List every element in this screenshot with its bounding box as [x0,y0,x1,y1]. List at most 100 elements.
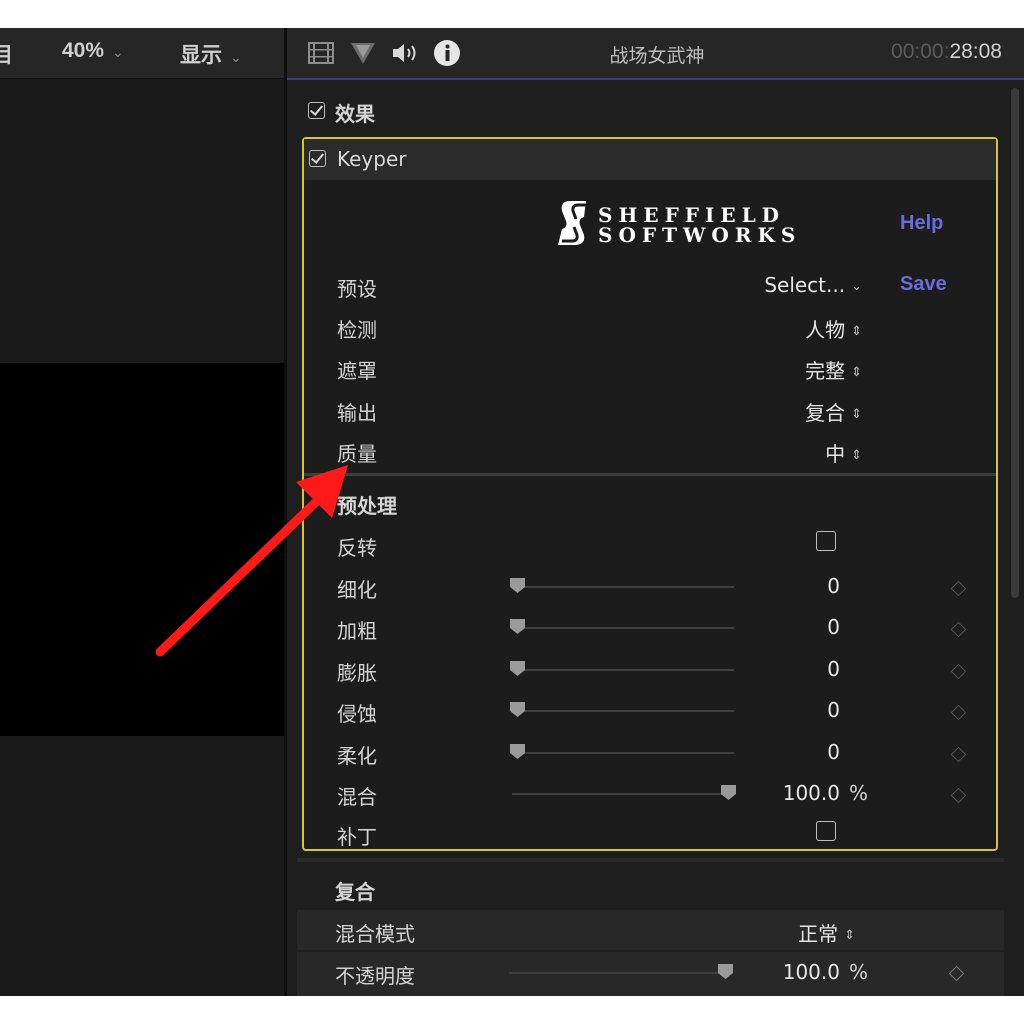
slider-unit: % [849,781,869,805]
sheffield-logo-mark-icon [558,201,590,245]
viewer-toolbar: 目 40% ⌄ 显示 ⌄ [0,28,284,79]
display-popup[interactable]: 显示 ⌄ [180,39,242,69]
opacity-label: 不透明度 [335,964,415,988]
blend-mode-popup[interactable]: 正常 ⇕ [597,918,855,947]
timecode-display: 00:00:28:08 [891,40,1002,64]
keyframe-diamond-icon[interactable] [948,965,965,982]
updown-arrows-icon: ⇕ [851,448,862,463]
slider-value[interactable]: 0 [744,574,840,598]
color-inspector-icon[interactable] [349,40,377,66]
keyframe-diamond-icon[interactable] [950,663,967,680]
matte-value: 完整 [805,359,846,383]
help-button[interactable]: Help [900,212,943,235]
blend-mode-row: 混合模式 正常 ⇕ [297,910,1004,950]
slider-thumb[interactable] [510,619,525,634]
slider-thumb[interactable] [510,661,525,676]
timecode-value: 28:08 [949,40,1002,63]
effects-enable-checkbox[interactable] [308,102,325,119]
slider-track[interactable] [512,793,734,795]
keyper-header-bar[interactable]: Keyper [304,139,996,180]
quality-popup[interactable]: 中 ⇕ [604,438,862,467]
display-label: 显示 [180,44,222,67]
slider-label: 细化 [337,578,377,602]
inspector-header: 战场女武神 00:00:28:08 [287,28,1024,80]
opacity-slider-track[interactable] [509,972,731,974]
blend-mode-label: 混合模式 [335,922,415,946]
updown-arrows-icon: ⇕ [844,928,855,943]
zoom-popup[interactable]: 40% ⌄ [62,39,124,63]
chevron-down-icon: ⌄ [230,49,242,65]
chevron-down-icon: ⌄ [851,279,862,294]
detect-popup[interactable]: 人物 ⇕ [604,314,862,343]
keyper-enable-checkbox[interactable] [309,150,326,167]
param-label: 质量 [337,442,377,466]
param-label: 预设 [337,277,377,301]
param-label: 输出 [337,401,377,425]
keyframe-diamond-icon[interactable] [950,580,967,597]
output-value: 复合 [805,401,846,425]
keyframe-diamond-icon[interactable] [950,746,967,763]
slider-track[interactable] [512,710,734,712]
keyframe-diamond-icon[interactable] [950,704,967,721]
save-button[interactable]: Save [900,273,947,296]
slider-thumb[interactable] [721,785,736,800]
invert-label: 反转 [337,536,377,560]
logo-line-1: SHEFFIELD [598,203,785,227]
keyframe-diamond-icon[interactable] [950,621,967,638]
preset-popup[interactable]: Select... ⌄ [604,273,862,297]
param-label: 检测 [337,318,377,342]
preprocess-heading: 预处理 [337,494,397,518]
slider-label: 柔化 [337,744,377,768]
slider-label: 加粗 [337,619,377,643]
matte-popup[interactable]: 完整 ⇕ [604,355,862,384]
chevron-down-icon: ⌄ [112,44,124,60]
video-frame [0,363,284,736]
logo-line-2: SOFTWORKS [598,223,802,247]
timecode-dim: 00:00: [891,40,950,63]
invert-checkbox[interactable] [816,531,836,551]
slider-value[interactable]: 0 [744,615,840,639]
updown-arrows-icon: ⇕ [851,407,862,422]
zoom-value: 40% [62,39,105,62]
slider-label: 侵蚀 [337,702,377,726]
viewer-panel: 目 40% ⌄ 显示 ⌄ [0,28,284,996]
detect-value: 人物 [805,318,846,342]
slider-track[interactable] [512,586,734,588]
slider-label: 膨胀 [337,661,377,685]
slider-value[interactable]: 0 [744,740,840,764]
opacity-value[interactable]: 100.0 [737,960,840,984]
info-inspector-icon[interactable] [433,40,461,66]
opacity-unit: % [849,960,869,984]
slider-thumb[interactable] [510,702,525,717]
inspector-scrollbar[interactable] [1011,88,1019,598]
updown-arrows-icon: ⇕ [851,324,862,339]
opacity-slider-thumb[interactable] [718,964,733,979]
effects-section-label: 效果 [335,102,375,126]
inspector-panel: 战场女武神 00:00:28:08 效果 Keyper SHEFFIELD SO… [287,28,1024,996]
audio-inspector-icon[interactable] [391,40,419,66]
slider-track[interactable] [512,627,734,629]
clip-title: 战场女武神 [609,45,705,67]
param-label: 遮罩 [337,359,377,383]
slider-track[interactable] [512,752,734,754]
slider-thumb[interactable] [510,744,525,759]
opacity-row: 不透明度 100.0 % [297,952,1004,996]
video-inspector-icon[interactable] [307,40,335,66]
section-separator [297,858,1004,862]
output-popup[interactable]: 复合 ⇕ [604,397,862,426]
viewer-left-cut-label: 目 [0,44,13,67]
keyper-effect-box[interactable]: Keyper SHEFFIELD SOFTWORKS Help 预设 Selec… [302,137,998,851]
keyper-plugin-name: Keyper [337,147,407,171]
final-cut-window: 目 40% ⌄ 显示 ⌄ 战场女武神 00:00:28:08 效果 Keyper… [0,28,1024,996]
patch-label: 补丁 [337,825,377,849]
slider-track[interactable] [512,669,734,671]
slider-thumb[interactable] [510,578,525,593]
updown-arrows-icon: ⇕ [851,365,862,380]
slider-value[interactable]: 100.0 [744,781,840,805]
keyframe-diamond-icon[interactable] [950,787,967,804]
slider-label: 混合 [337,785,377,809]
slider-value[interactable]: 0 [744,698,840,722]
patch-checkbox[interactable] [816,821,836,841]
slider-value[interactable]: 0 [744,657,840,681]
preset-value: Select... [764,273,846,297]
